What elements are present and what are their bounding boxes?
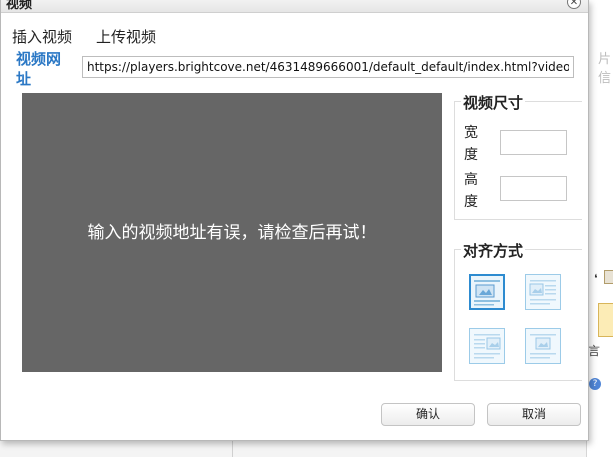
cancel-button[interactable]: 取消 [487,403,581,426]
video-preview: 输入的视频地址有误，请检查后再试！ [22,93,442,372]
background-label: 片信 [598,52,612,86]
height-label: 高度 [464,172,478,210]
tab-upload-video[interactable]: 上传视频 [96,26,156,47]
video-url-label: 视频网址 [16,50,62,88]
confirm-button[interactable]: 确认 [381,403,475,426]
alignment-group: 对齐方式 [454,240,582,381]
width-label: 宽度 [464,125,478,163]
align-none-icon[interactable] [469,274,505,310]
video-size-group: 视频尺寸 宽度 高度 [454,92,582,220]
close-icon[interactable]: ✕ [567,0,581,9]
dialog-title: 视频 [6,0,33,12]
width-input[interactable] [500,130,567,155]
background-quote-icon: ❛ [594,272,598,285]
align-center-icon[interactable] [525,328,561,364]
preview-error-message: 输入的视频地址有误，请检查后再试！ [87,223,377,243]
tab-insert-video[interactable]: 插入视频 [12,26,72,47]
align-right-icon[interactable] [469,328,505,364]
dialog-titlebar: 视频 ✕ [1,0,588,13]
background-image-icon [604,270,613,284]
video-size-legend: 视频尺寸 [461,92,526,113]
align-left-icon[interactable] [525,274,561,310]
video-dialog: 视频 ✕ 插入视频 上传视频 视频网址 输入的视频地址有误，请检查后再试！ 视频… [0,0,589,441]
alignment-legend: 对齐方式 [461,240,526,261]
background-highlight-box [598,303,613,337]
video-url-input[interactable] [82,56,574,78]
height-input[interactable] [500,176,567,201]
background-label-2: 言 [588,344,601,358]
help-icon[interactable]: ? [589,378,601,390]
